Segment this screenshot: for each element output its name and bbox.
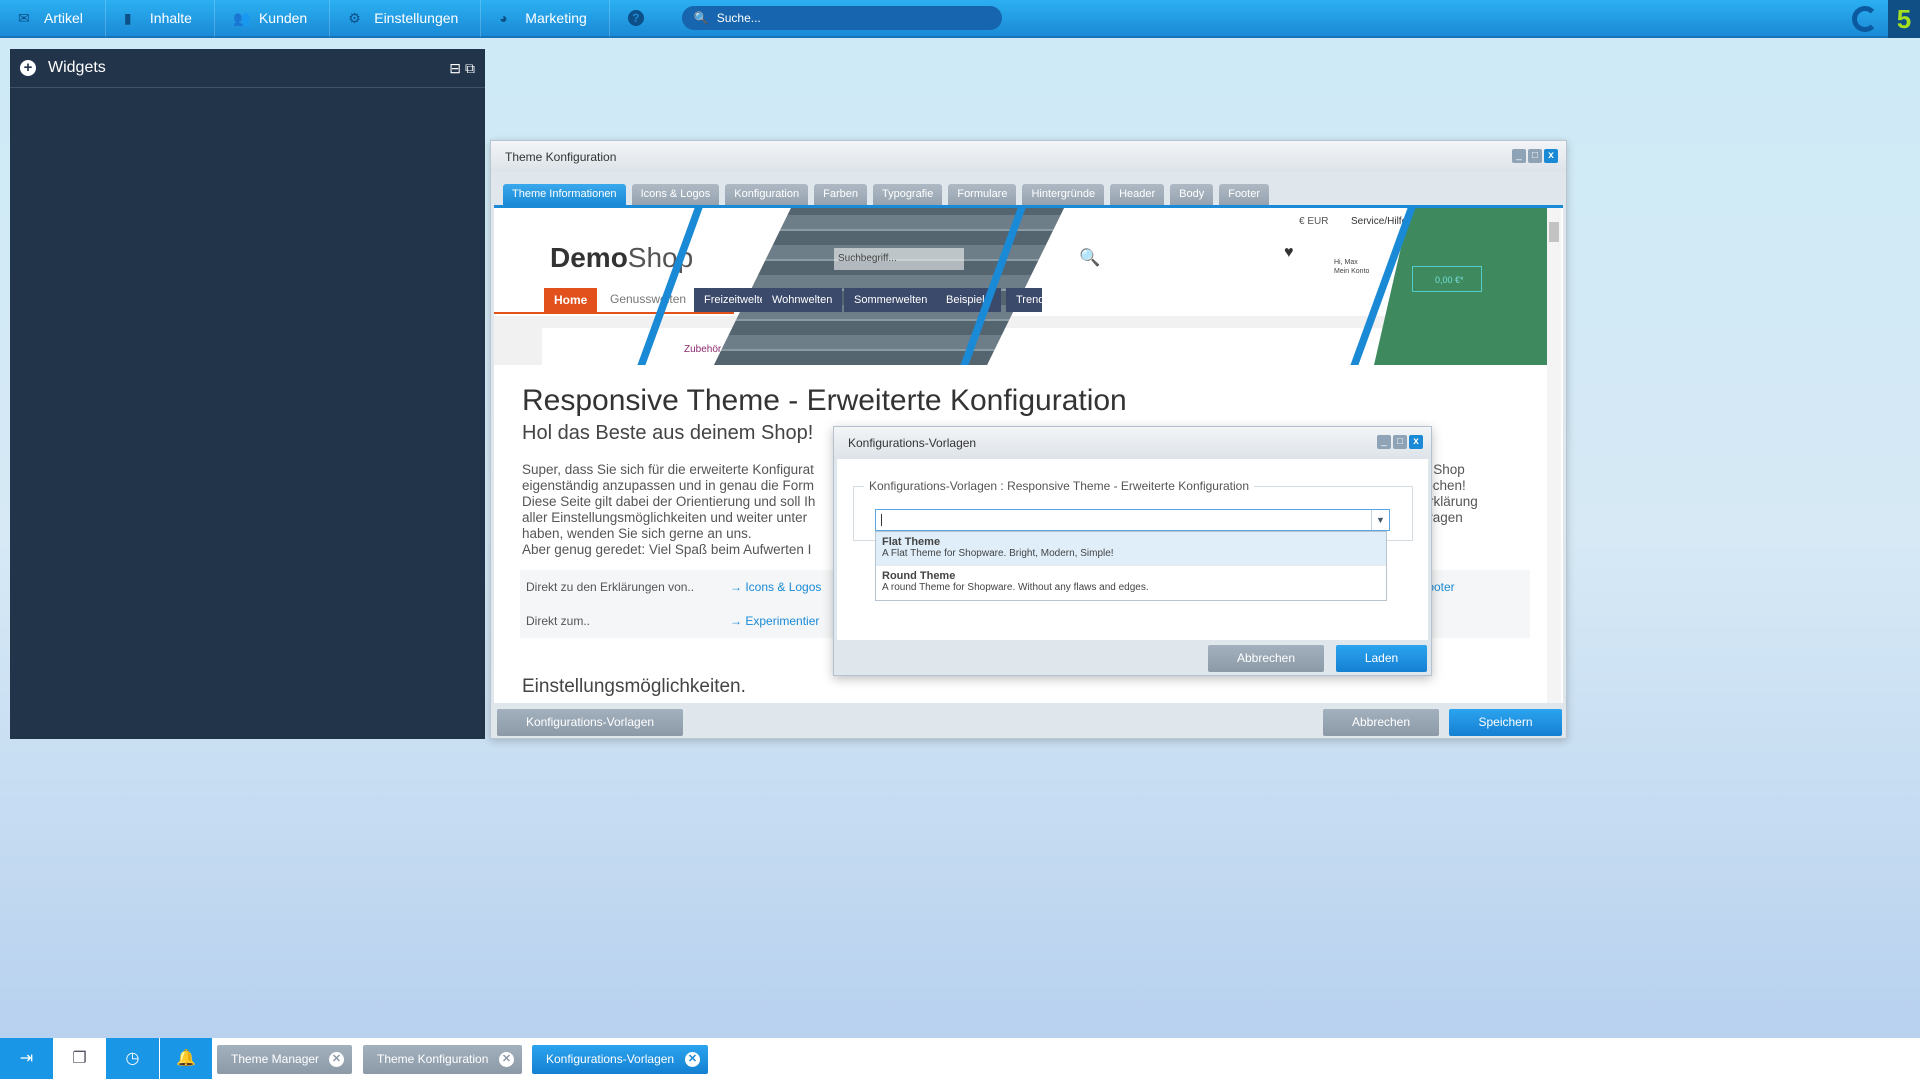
template-combobox[interactable]: ▼	[875, 509, 1390, 531]
search-icon: 🔍	[1079, 248, 1101, 267]
tab-formulare[interactable]: Formulare	[948, 184, 1017, 205]
dashboard-icon[interactable]: ◷	[106, 1038, 159, 1079]
tab-icons-logos[interactable]: Icons & Logos	[631, 184, 720, 205]
dialog-cancel-button[interactable]: Abbrechen	[1208, 645, 1324, 672]
page-subheading: Hol das Beste aus deinem Shop!	[522, 422, 814, 444]
tab-body[interactable]: Body	[1170, 184, 1214, 205]
maximize-button[interactable]: □	[1393, 435, 1407, 449]
option-flat-theme[interactable]: Flat Theme A Flat Theme for Shopware. Bri…	[876, 532, 1386, 566]
widgets-title: Widgets	[48, 59, 106, 76]
search-input[interactable]: 🔍 Suche...	[681, 6, 1002, 30]
close-button[interactable]: x	[1544, 149, 1558, 163]
theme-preview-image: DemoShop Home Genusswelten Freizeitwelte…	[494, 208, 1549, 365]
minimize-button[interactable]: _	[1377, 435, 1391, 449]
close-icon: ✕	[329, 1052, 344, 1067]
task-theme-konfiguration[interactable]: Theme Konfiguration ✕	[363, 1045, 522, 1074]
external-link-icon[interactable]: ⧉	[465, 60, 475, 77]
shopware-5-logo: 5	[1888, 0, 1920, 38]
configuration-templates-dialog: Konfigurations-Vorlagen _ □ x Konfiguratio…	[833, 426, 1432, 676]
section-heading: Einstellungsmöglichkeiten.	[522, 676, 746, 697]
logout-icon[interactable]: ⇥	[0, 1038, 53, 1079]
top-menu-bar: ✉ Artikel ▮ Inhalte 👥 Kunden ⚙ Einstellungen…	[0, 0, 1920, 38]
maximize-button[interactable]: □	[1528, 149, 1542, 163]
bell-icon[interactable]: 🔔	[159, 1038, 212, 1079]
inbox-icon: ✉	[18, 10, 30, 26]
close-icon: ✕	[685, 1052, 700, 1067]
chevron-down-icon[interactable]: ▼	[1371, 510, 1389, 530]
tab-typografie[interactable]: Typografie	[872, 184, 943, 205]
configuration-templates-button[interactable]: Konfigurations-Vorlagen	[497, 709, 683, 736]
menu-artikel[interactable]: ✉ Artikel	[0, 0, 106, 37]
minimize-icon[interactable]: ⊟	[449, 60, 461, 77]
cancel-button[interactable]: Abbrechen	[1323, 709, 1439, 736]
help-icon: ?	[627, 10, 644, 26]
users-icon: 👥	[232, 10, 251, 26]
link-icons-logos[interactable]: → Icons & Logos	[730, 580, 821, 594]
task-konfigurations-vorlagen[interactable]: Konfigurations-Vorlagen ✕	[532, 1045, 708, 1074]
dialog-title: Konfigurations-Vorlagen	[848, 436, 977, 450]
search-icon: 🔍	[693, 11, 709, 25]
close-button[interactable]: x	[1409, 435, 1423, 449]
option-round-theme[interactable]: Round Theme A round Theme for Shopware. W…	[876, 566, 1386, 600]
window-title: Theme Konfiguration	[505, 149, 617, 164]
widgets-panel: + Widgets ⊟ ⧉	[10, 49, 485, 739]
pie-chart-icon: ◕	[499, 10, 508, 26]
menu-inhalte[interactable]: ▮ Inhalte	[106, 0, 215, 37]
save-button[interactable]: Speichern	[1449, 709, 1562, 736]
page-heading: Responsive Theme - Erweiterte Konfigurat…	[522, 384, 1127, 417]
taskbar: ⇥ ❐ ◷ 🔔 Theme Manager ✕ Theme Konfigurati…	[0, 1038, 1920, 1079]
tab-konfiguration[interactable]: Konfiguration	[725, 184, 809, 205]
menu-marketing[interactable]: ◕ Marketing	[481, 0, 610, 37]
add-widget-icon[interactable]: +	[20, 60, 36, 76]
tab-farben[interactable]: Farben	[814, 184, 867, 205]
gear-icon: ⚙	[348, 10, 361, 26]
help-button[interactable]: ?	[610, 0, 666, 37]
template-dropdown-list: Flat Theme A Flat Theme for Shopware. Bri…	[875, 531, 1387, 601]
tab-bar: Theme Informationen Icons & Logos Konfigur…	[503, 184, 1270, 205]
task-theme-manager[interactable]: Theme Manager ✕	[217, 1045, 352, 1074]
load-button[interactable]: Laden	[1336, 645, 1427, 672]
windows-icon[interactable]: ❐	[53, 1038, 106, 1079]
tab-theme-informationen[interactable]: Theme Informationen	[503, 184, 626, 205]
tab-footer[interactable]: Footer	[1219, 184, 1270, 205]
heart-icon: ♥	[1284, 244, 1294, 261]
menu-einstellungen[interactable]: ⚙ Einstellungen	[330, 0, 482, 37]
shopware-logo-icon	[1852, 6, 1878, 32]
scrollbar[interactable]	[1547, 208, 1561, 703]
close-icon: ✕	[499, 1052, 514, 1067]
link-experimentier[interactable]: → Experimentier	[730, 614, 819, 628]
minimize-button[interactable]: _	[1512, 149, 1526, 163]
menu-kunden[interactable]: 👥 Kunden	[215, 0, 331, 37]
tab-header[interactable]: Header	[1110, 184, 1165, 205]
tab-hintergründe[interactable]: Hintergründe	[1022, 184, 1105, 205]
document-icon: ▮	[123, 10, 132, 26]
